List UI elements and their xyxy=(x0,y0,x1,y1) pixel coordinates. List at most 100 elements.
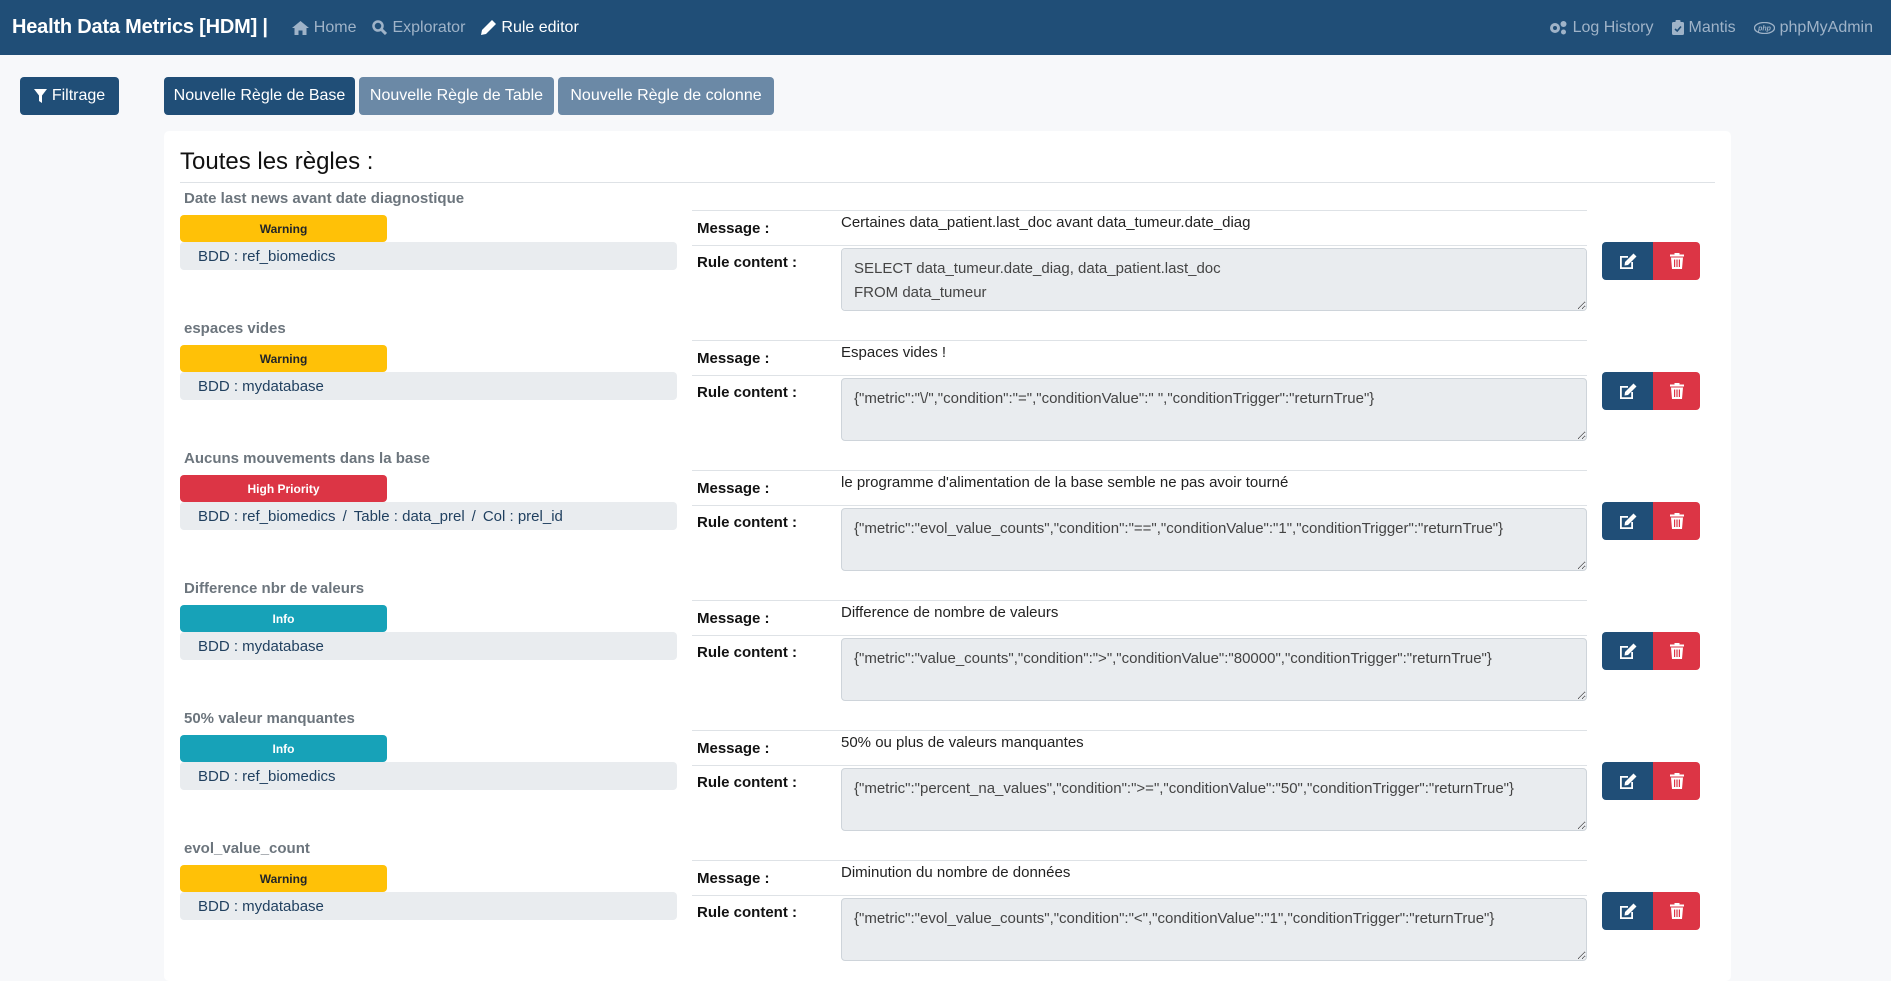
edit-rule-button[interactable] xyxy=(1602,372,1653,410)
message-text: Espaces vides ! xyxy=(841,344,947,361)
card-title: Toutes les règles : xyxy=(180,148,374,175)
rule-name: Aucuns mouvements dans la base xyxy=(184,450,430,467)
nav-home[interactable]: Home xyxy=(291,18,357,37)
edit-rule-button[interactable] xyxy=(1602,762,1653,800)
nav-log-history[interactable]: Log History xyxy=(1548,19,1654,37)
message-text: le programme d'alimentation de la base s… xyxy=(841,474,1289,491)
rule-actions xyxy=(1602,892,1700,930)
nav-mantis[interactable]: Mantis xyxy=(1671,18,1736,37)
nav-right: Log History Mantis php phpMyAdmin xyxy=(1530,0,1873,55)
message-label: Message : xyxy=(697,220,770,237)
delete-rule-button[interactable] xyxy=(1653,892,1700,930)
nav-left: Home Explorator Rule editor xyxy=(291,18,595,37)
rule-content-textarea[interactable] xyxy=(841,508,1587,571)
nav-rule-editor[interactable]: Rule editor xyxy=(481,19,579,37)
brand-title: Health Data Metrics [HDM] | xyxy=(12,16,268,38)
severity-badge: Warning xyxy=(180,345,387,372)
new-column-rule-button[interactable]: Nouvelle Règle de colonne xyxy=(558,77,774,115)
scope-part: BDD : mydatabase xyxy=(198,637,324,655)
delete-rule-button[interactable] xyxy=(1653,632,1700,670)
message-label: Message : xyxy=(697,350,770,367)
rule-actions xyxy=(1602,762,1700,800)
rule-scope: BDD : mydatabase xyxy=(180,892,677,920)
scope-part: BDD : ref_biomedics xyxy=(198,767,336,785)
edit-icon xyxy=(1619,253,1636,269)
trash-icon xyxy=(1669,513,1684,529)
rule-name: Difference nbr de valeurs xyxy=(184,580,365,597)
scope-part: BDD : ref_biomedics xyxy=(198,507,336,525)
delete-rule-button[interactable] xyxy=(1653,502,1700,540)
rule-content-textarea[interactable] xyxy=(841,248,1587,311)
divider xyxy=(692,635,1587,636)
nav-explorator-label: Explorator xyxy=(392,18,466,36)
nav-explorator[interactable]: Explorator xyxy=(372,19,465,37)
divider xyxy=(692,765,1587,766)
filter-button-label: Filtrage xyxy=(51,87,106,104)
divider xyxy=(692,895,1587,896)
edit-icon xyxy=(1619,903,1636,919)
rule-name: 50% valeur manquantes xyxy=(184,710,355,727)
nav-mantis-label: Mantis xyxy=(1688,18,1736,36)
delete-rule-button[interactable] xyxy=(1653,242,1700,280)
rule-content-label: Rule content : xyxy=(697,644,797,661)
edit-icon xyxy=(1619,773,1636,789)
trash-icon xyxy=(1669,253,1684,269)
scope-part: BDD : mydatabase xyxy=(198,377,324,395)
rule-scope: BDD : ref_biomedics / Table : data_prel / Co… xyxy=(180,502,677,530)
trash-icon xyxy=(1669,903,1684,919)
scope-part: Col : prel_id xyxy=(482,507,563,525)
trash-icon xyxy=(1669,773,1684,789)
rule-item: 50% valeur manquantes Info BDD : ref_bio… xyxy=(164,710,1731,840)
divider xyxy=(692,340,1587,341)
filter-button[interactable]: Filtrage xyxy=(20,77,119,115)
delete-rule-button[interactable] xyxy=(1653,372,1700,410)
rule-scope: BDD : mydatabase xyxy=(180,372,677,400)
edit-icon xyxy=(1619,383,1636,399)
rule-actions xyxy=(1602,632,1700,670)
rule-content-label: Rule content : xyxy=(697,384,797,401)
divider xyxy=(692,860,1587,861)
svg-text:php: php xyxy=(1757,25,1772,32)
divider xyxy=(692,730,1587,731)
rule-content-label: Rule content : xyxy=(697,904,797,921)
divider xyxy=(692,600,1587,601)
nav-phpmyadmin[interactable]: php phpMyAdmin xyxy=(1753,18,1873,37)
nav-home-label: Home xyxy=(313,18,357,36)
new-table-rule-button[interactable]: Nouvelle Règle de Table xyxy=(359,77,554,115)
divider xyxy=(692,210,1587,211)
rule-content-label: Rule content : xyxy=(697,254,797,271)
message-label: Message : xyxy=(697,610,770,627)
scope-part: BDD : mydatabase xyxy=(198,897,324,915)
nav-phpmyadmin-label: phpMyAdmin xyxy=(1779,18,1873,36)
edit-rule-button[interactable] xyxy=(1602,242,1653,280)
scope-separator: / xyxy=(471,507,476,525)
message-text: Certaines data_patient.last_doc avant da… xyxy=(841,214,1251,231)
gears-icon xyxy=(1549,21,1567,35)
divider xyxy=(692,505,1587,506)
rule-scope: BDD : mydatabase xyxy=(180,632,677,660)
divider xyxy=(692,245,1587,246)
rule-content-textarea[interactable] xyxy=(841,898,1587,961)
edit-rule-button[interactable] xyxy=(1602,632,1653,670)
edit-rule-button[interactable] xyxy=(1602,502,1653,540)
rule-item: espaces vides Warning BDD : mydatabase M… xyxy=(164,320,1731,450)
php-icon: php xyxy=(1753,21,1775,34)
severity-badge: Warning xyxy=(180,865,387,892)
filter-icon xyxy=(33,89,47,103)
trash-icon xyxy=(1669,383,1684,399)
severity-badge: Info xyxy=(180,605,387,632)
rule-content-textarea[interactable] xyxy=(841,638,1587,701)
rule-content-textarea[interactable] xyxy=(841,378,1587,441)
rules-card: Toutes les règles : Date last news avant… xyxy=(164,131,1731,981)
severity-badge: Info xyxy=(180,735,387,762)
rule-name: evol_value_count xyxy=(184,840,310,857)
search-icon xyxy=(372,20,388,35)
new-base-rule-button[interactable]: Nouvelle Règle de Base xyxy=(164,77,355,115)
message-text: 50% ou plus de valeurs manquantes xyxy=(841,734,1084,751)
edit-rule-button[interactable] xyxy=(1602,892,1653,930)
rule-content-textarea[interactable] xyxy=(841,768,1587,831)
rule-actions xyxy=(1602,502,1700,540)
edit-icon xyxy=(1619,643,1636,659)
rule-item: Difference nbr de valeurs Info BDD : myd… xyxy=(164,580,1731,710)
delete-rule-button[interactable] xyxy=(1653,762,1700,800)
